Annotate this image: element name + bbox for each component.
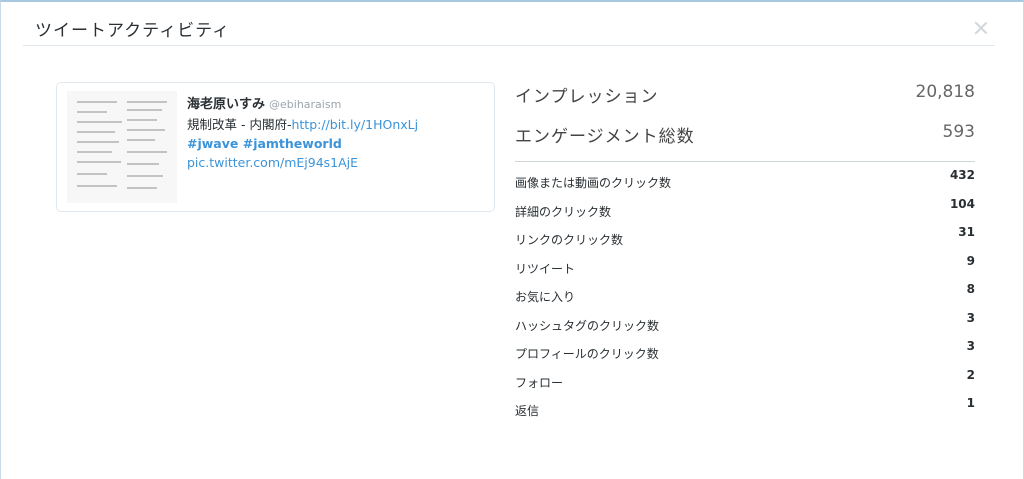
stats-panel: インプレッション 20,818 エンゲージメント総数 593 画像または動画のク… — [515, 80, 975, 423]
stat-label: フォロー — [515, 375, 564, 390]
modal-title: ツイートアクティビティ — [35, 21, 231, 41]
stat-label: お気に入り — [515, 290, 576, 304]
close-icon[interactable] — [973, 20, 989, 36]
impressions-label: インプレッション — [515, 87, 659, 107]
tweet-image-thumbnail[interactable] — [67, 91, 177, 203]
stat-value: 9 — [966, 253, 975, 268]
author-name[interactable]: 海老原いすみ — [187, 97, 265, 112]
tweet-pic-link[interactable]: pic.twitter.com/mEj94s1AjE — [187, 153, 487, 172]
stat-row: ハッシュタグのクリック数 3 — [515, 309, 975, 338]
engagements-label: エンゲージメント総数 — [515, 127, 695, 147]
stat-row: リツイート 9 — [515, 252, 975, 281]
stat-value: 432 — [949, 168, 975, 182]
stat-value: 31 — [958, 225, 975, 239]
author-handle[interactable]: @ebiharaism — [269, 98, 341, 111]
tweet-body: 海老原いすみ @ebiharaism 規制改革 - 内閣府-http://bit.… — [187, 95, 487, 172]
stat-value: 104 — [949, 196, 975, 211]
tweet-hashtags[interactable]: #jwave #jamtheworld — [187, 134, 487, 153]
stat-value: 8 — [966, 282, 975, 296]
stat-row: お気に入り 8 — [515, 280, 975, 309]
stat-label: ハッシュタグのクリック数 — [515, 318, 660, 333]
tweet-card[interactable]: 海老原いすみ @ebiharaism 規制改革 - 内閣府-http://bit.… — [56, 82, 495, 212]
stat-label: プロフィールのクリック数 — [515, 347, 659, 361]
engagements-value: 593 — [942, 122, 975, 142]
stat-row: 画像または動画のクリック数 432 — [515, 166, 975, 195]
stat-row: プロフィールのクリック数 3 — [515, 337, 975, 366]
tweet-text-line: 規制改革 - 内閣府-http://bit.ly/1HOnxLj — [187, 115, 487, 134]
modal-header: ツイートアクティビティ — [23, 2, 995, 46]
stat-value: 1 — [966, 396, 975, 410]
stat-label: リツイート — [515, 261, 576, 276]
impressions-value: 20,818 — [915, 82, 975, 102]
stat-row: 詳細のクリック数 104 — [515, 195, 975, 224]
stat-value: 2 — [966, 367, 975, 382]
stat-label: 詳細のクリック数 — [515, 204, 612, 219]
engagement-breakdown-list: 画像または動画のクリック数 432 詳細のクリック数 104 リンクのクリック数… — [515, 166, 975, 423]
stat-label: 画像または動画のクリック数 — [515, 176, 672, 190]
stat-row: リンクのクリック数 31 — [515, 223, 975, 252]
tweet-text: 規制改革 - 内閣府- — [187, 117, 292, 132]
tweet-author: 海老原いすみ @ebiharaism — [187, 95, 487, 115]
stats-divider — [515, 161, 975, 162]
stat-label: 返信 — [515, 404, 540, 418]
stat-row: 返信 1 — [515, 394, 975, 423]
stat-value: 3 — [966, 339, 975, 353]
stat-row: フォロー 2 — [515, 366, 975, 395]
stat-value: 3 — [966, 310, 975, 325]
stat-label: リンクのクリック数 — [515, 233, 624, 247]
impressions-row: インプレッション 20,818 — [515, 80, 975, 120]
tweet-link[interactable]: http://bit.ly/1HOnxLj — [291, 117, 418, 132]
engagements-row: エンゲージメント総数 593 — [515, 120, 975, 160]
tweet-activity-modal: ツイートアクティビティ 海老原いすみ @ebiharaism 規制改革 - 内閣… — [0, 0, 1024, 479]
